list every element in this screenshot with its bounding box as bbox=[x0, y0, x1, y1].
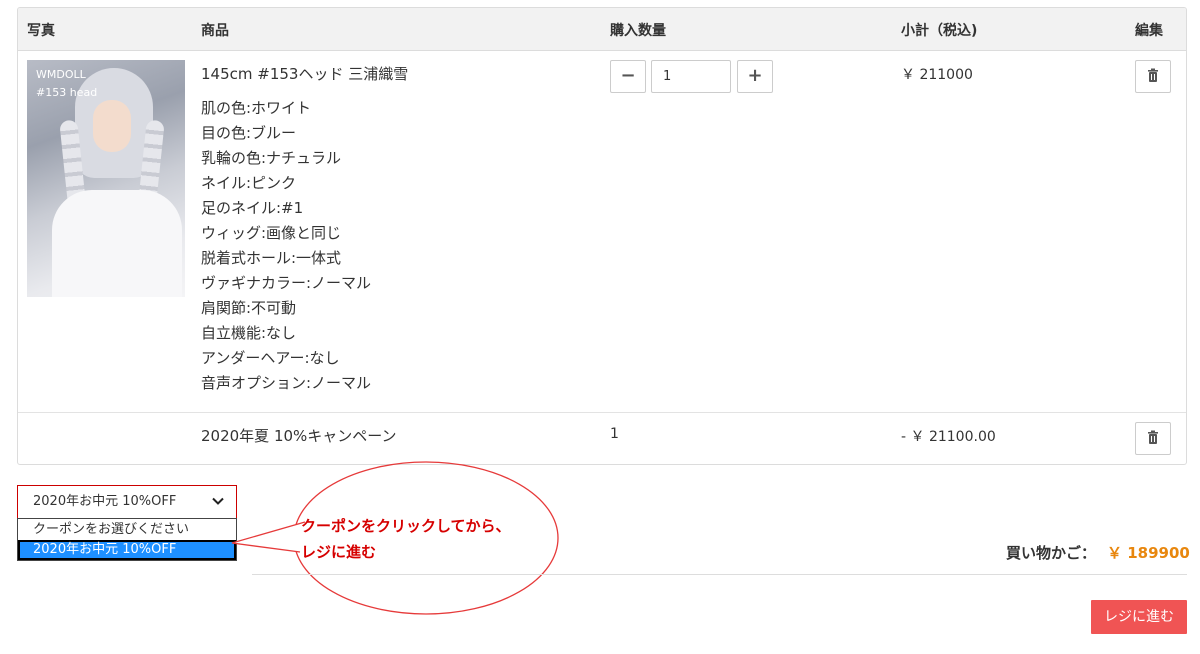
trash-icon bbox=[1148, 430, 1158, 444]
annotation-text-line2: レジに進む bbox=[301, 543, 377, 561]
checkout-button[interactable]: レジに進む bbox=[1091, 600, 1187, 634]
quantity-decrease-button[interactable]: − bbox=[610, 60, 646, 93]
quantity-input[interactable]: 1 bbox=[651, 60, 731, 93]
header-subtotal: 小計（税込) bbox=[901, 23, 978, 39]
quantity-increase-button[interactable]: + bbox=[737, 60, 773, 93]
campaign-quantity: 1 bbox=[610, 426, 619, 442]
campaign-discount: - ￥ 21100.00 bbox=[901, 429, 996, 445]
cart-total-value: ￥ 189900 bbox=[1107, 544, 1190, 562]
cart-total-label: 買い物かご： bbox=[1006, 544, 1097, 562]
header-edit: 編集 bbox=[1135, 23, 1163, 39]
item-subtotal: ￥ 211000 bbox=[901, 67, 973, 83]
trash-icon bbox=[1148, 68, 1158, 82]
annotation-text-line1: クーポンをクリックしてから、 bbox=[301, 517, 511, 535]
summary-divider bbox=[252, 574, 1187, 575]
delete-campaign-button[interactable] bbox=[1135, 422, 1171, 455]
header-quantity: 購入数量 bbox=[610, 23, 666, 39]
delete-item-button[interactable] bbox=[1135, 60, 1171, 93]
